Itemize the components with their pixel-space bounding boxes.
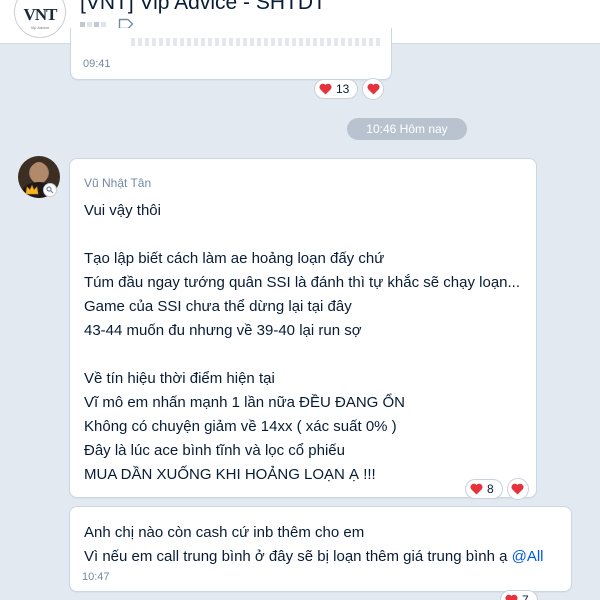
reaction-bar-main: 8 <box>465 478 529 500</box>
message-line: Túm đầu ngay tướng quân SSI là đánh thì … <box>84 274 521 291</box>
heart-icon <box>505 594 518 600</box>
message-line: 43-44 muốn đu nhưng về 39-40 lại run sợ <box>84 322 362 339</box>
group-logo-subtext: Vip Advice <box>30 24 50 30</box>
sender-name[interactable]: Vũ Nhật Tân <box>84 176 151 190</box>
message-bubble-followup[interactable]: Anh chị nào còn cash cứ inb thêm cho em … <box>69 506 572 592</box>
message-bubble-main[interactable]: Vũ Nhật Tân Vui vậy thôi Tạo lập biết cá… <box>69 158 537 498</box>
heart-icon <box>319 83 332 95</box>
heart-icon <box>470 483 483 495</box>
group-title[interactable]: [VNT] Vip Advice - SHTDT <box>80 0 326 15</box>
reaction-bar-previous: 13 <box>314 78 385 100</box>
message-line: Anh chị nào còn cash cứ inb thêm cho em <box>84 524 365 541</box>
message-time: 09:41 <box>83 58 111 70</box>
message-line: Game của SSI chưa thể dừng lại tại đây <box>84 298 352 315</box>
time-separator: 10:46 Hôm nay <box>347 118 467 140</box>
message-line: Vui vậy thôi <box>84 202 161 219</box>
reaction-count: 7 <box>522 593 529 600</box>
key-icon <box>46 186 54 194</box>
message-line <box>84 343 529 367</box>
message-line: Không có chuyện giảm về 14xx ( xác suất … <box>84 418 397 435</box>
reaction-bar-followup: 7 <box>500 590 538 600</box>
group-avatar[interactable]: VNT Vip Advice <box>14 0 66 38</box>
heart-icon <box>511 483 524 495</box>
group-logo-text: VNT <box>23 4 58 24</box>
heart-icon <box>367 83 380 95</box>
message-line-text: Vì nếu em call trung bình ở đây sẽ bị lo… <box>84 548 512 565</box>
mention-all-link[interactable]: @All <box>512 548 544 565</box>
message-line: Về tín hiệu thời điểm hiện tại <box>84 370 275 387</box>
reaction-count: 13 <box>336 82 350 96</box>
message-line: Vì nếu em call trung bình ở đây sẽ bị lo… <box>84 545 544 569</box>
crown-icon <box>25 184 39 195</box>
message-line: Đây là lúc ace bình tĩnh và lọc cổ phiếu <box>84 442 345 459</box>
reaction-summary[interactable]: 7 <box>500 590 538 600</box>
add-reaction-button[interactable] <box>362 78 385 100</box>
obscured-text <box>131 38 381 46</box>
member-badge <box>43 183 57 197</box>
message-text: Vui vậy thôi Tạo lập biết cách làm ae ho… <box>84 199 529 487</box>
reaction-summary[interactable]: 8 <box>465 479 503 499</box>
add-reaction-button[interactable] <box>506 478 529 500</box>
message-bubble-previous[interactable]: 09:41 <box>70 28 392 80</box>
message-line: Vĩ mô em nhấn mạnh 1 lần nữa ĐỀU ĐANG ỔN <box>84 394 406 411</box>
reaction-count: 8 <box>487 482 494 496</box>
message-line: MUA DẦN XUỐNG KHI HOẢNG LOẠN Ạ !!! <box>84 466 376 483</box>
message-time: 10:47 <box>82 571 110 583</box>
message-line <box>84 223 529 247</box>
reaction-summary[interactable]: 13 <box>314 79 359 99</box>
message-line: Tạo lập biết cách làm ae hoảng loạn đấy … <box>84 250 385 267</box>
message-text: Anh chị nào còn cash cứ inb thêm cho em … <box>84 521 544 569</box>
